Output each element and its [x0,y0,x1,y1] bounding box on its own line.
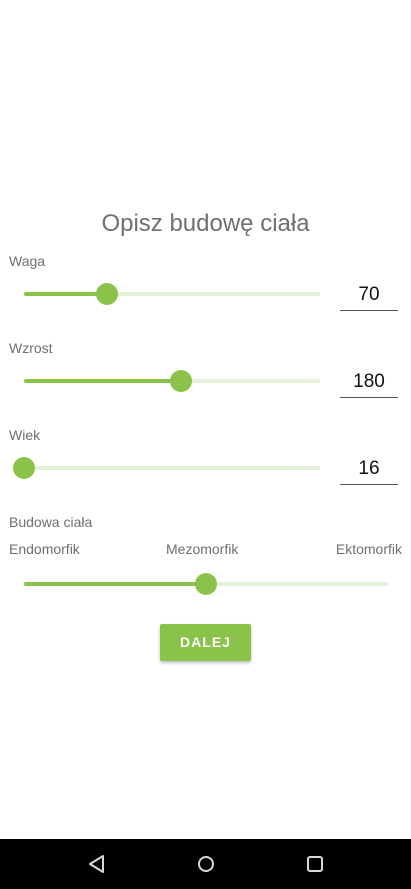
age-label: Wiek [9,427,41,443]
weight-slider-fill [24,292,107,296]
page-title: Opisz budowę ciała [101,210,310,237]
body-type-option-mesomorph: Mezomorfik [166,541,239,557]
body-type-label: Budowa ciała [9,514,93,530]
home-icon[interactable] [193,851,219,877]
age-slider-thumb[interactable] [13,457,35,479]
body-type-slider-fill [24,582,206,586]
system-navigation-bar [0,839,411,889]
height-slider-thumb[interactable] [169,370,192,392]
body-type-slider[interactable] [24,572,388,596]
height-slider[interactable] [24,369,320,393]
height-slider-fill [24,379,181,383]
back-icon[interactable] [83,851,109,877]
age-input[interactable]: 16 [340,454,398,485]
height-input[interactable]: 180 [340,367,398,398]
weight-label: Waga [9,253,46,269]
recents-icon[interactable] [302,851,328,877]
weight-slider[interactable] [24,282,320,306]
body-type-option-ectomorph: Ektomorfik [335,541,402,557]
age-slider-track [24,466,320,470]
body-type-slider-thumb[interactable] [195,573,217,595]
body-type-option-endomorph: Endomorfik [9,541,80,557]
weight-input[interactable]: 70 [340,280,398,311]
age-slider[interactable] [13,456,320,480]
height-label: Wzrost [9,340,53,356]
next-button[interactable]: DALEJ [160,624,251,661]
weight-slider-thumb[interactable] [95,283,118,305]
